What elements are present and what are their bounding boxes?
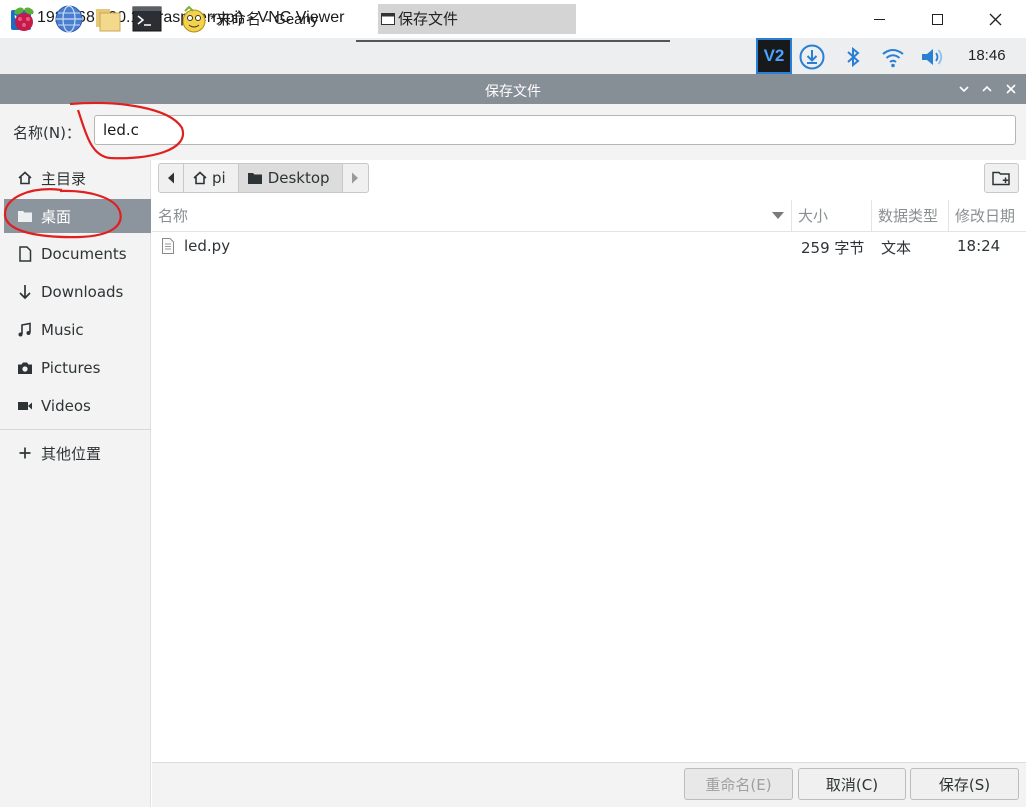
music-icon	[16, 321, 34, 339]
chevron-down-icon[interactable]	[954, 79, 974, 99]
home-icon	[193, 171, 207, 185]
text-file-icon	[162, 238, 174, 254]
path-bar: pi Desktop	[158, 163, 369, 193]
sidebar-item-label: Documents	[41, 245, 127, 263]
close-button[interactable]	[966, 0, 1024, 38]
bluetooth-icon[interactable]	[840, 44, 866, 70]
path-segment-label: pi	[212, 169, 226, 187]
path-segment-label: Desktop	[267, 169, 330, 187]
sidebar-item-label: 主目录	[41, 169, 87, 188]
column-header-size[interactable]: 大小	[792, 200, 872, 232]
vnc-server-tray-icon[interactable]: V2	[756, 38, 792, 74]
path-forward-button[interactable]	[343, 164, 368, 192]
sidebar-item-desktop[interactable]: 桌面	[4, 199, 151, 233]
raspberry-menu-icon[interactable]	[9, 4, 39, 34]
dialog-title: 保存文件	[485, 84, 541, 100]
places-sidebar: 主目录 桌面 Documents Downloads Music Picture…	[0, 160, 151, 807]
column-header-label: 修改日期	[955, 207, 1016, 225]
sidebar-item-label: Pictures	[41, 359, 101, 377]
path-back-button[interactable]	[159, 164, 184, 192]
sidebar-item-label: Videos	[41, 397, 91, 415]
file-list[interactable]: 名称 大小 数据类型 修改日期 led.py 259 字节 文本 18:24	[152, 200, 1026, 762]
panel-clock: 18:46	[968, 47, 1006, 64]
taskbar-geany-item[interactable]: *未命名 - Geany	[210, 8, 318, 29]
sidebar-item-home[interactable]: 主目录	[4, 161, 151, 195]
window-icon	[381, 12, 395, 25]
rename-button[interactable]: 重命名(E)	[684, 768, 793, 800]
sort-descending-icon	[772, 212, 784, 219]
document-icon	[16, 245, 34, 263]
video-icon	[16, 397, 34, 415]
cancel-button[interactable]: 取消(C)	[798, 768, 906, 800]
path-segment-home[interactable]: pi	[184, 164, 239, 192]
column-header-label: 大小	[798, 207, 829, 225]
sidebar-item-label: 其他位置	[41, 444, 102, 463]
path-segment-desktop[interactable]: Desktop	[238, 164, 343, 192]
sidebar-item-label: Downloads	[41, 283, 124, 301]
taskbar-save-label-wrap: 保存文件	[381, 8, 458, 29]
column-header-modified[interactable]: 修改日期	[949, 200, 1026, 232]
file-manager-icon[interactable]	[93, 4, 123, 34]
folder-icon	[16, 207, 34, 225]
filename-label: 名称(N)：	[13, 124, 81, 142]
dialog-header: 保存文件	[0, 74, 1026, 104]
sidebar-item-pictures[interactable]: Pictures	[4, 351, 151, 385]
sidebar-item-label: 桌面	[41, 207, 72, 226]
file-type: 文本	[881, 239, 912, 257]
maximize-icon	[931, 13, 943, 25]
close-icon	[989, 13, 1001, 25]
sidebar-separator	[0, 429, 151, 430]
column-header-type[interactable]: 数据类型	[872, 200, 949, 232]
download-arrow-icon	[16, 283, 34, 301]
updater-download-icon[interactable]	[799, 44, 825, 70]
sidebar-item-documents[interactable]: Documents	[4, 237, 151, 271]
raspberrypi-panel	[0, 38, 1026, 74]
chevron-right-icon	[352, 172, 359, 184]
file-size: 259 字节	[801, 239, 865, 257]
sidebar-item-label: Music	[41, 321, 84, 339]
plus-icon	[16, 444, 34, 462]
maximize-button[interactable]	[908, 0, 966, 38]
save-button[interactable]: 保存(S)	[910, 768, 1019, 800]
table-row[interactable]: led.py 259 字节 文本 18:24	[152, 233, 1026, 261]
taskbar-active-indicator	[356, 40, 670, 42]
geany-app-icon[interactable]	[179, 4, 209, 34]
sidebar-item-music[interactable]: Music	[4, 313, 151, 347]
file-name: led.py	[184, 237, 231, 255]
new-folder-icon	[991, 171, 1010, 186]
filename-input[interactable]	[94, 115, 1016, 145]
terminal-icon[interactable]	[132, 4, 162, 34]
column-header-label: 数据类型	[878, 207, 939, 225]
filename-row: 名称(N)：	[0, 104, 1026, 160]
folder-icon	[247, 173, 262, 184]
file-modified: 18:24	[957, 237, 1001, 255]
new-folder-button[interactable]	[984, 163, 1019, 193]
camera-icon	[16, 359, 34, 377]
sidebar-item-videos[interactable]: Videos	[4, 389, 151, 423]
chevron-up-icon[interactable]	[977, 79, 997, 99]
wifi-icon[interactable]	[880, 44, 906, 70]
taskbar-save-label: 保存文件	[398, 10, 459, 28]
volume-icon[interactable]	[919, 44, 945, 70]
column-header-name[interactable]: 名称	[152, 200, 792, 232]
sidebar-item-downloads[interactable]: Downloads	[4, 275, 151, 309]
minimize-button[interactable]	[850, 0, 908, 38]
dialog-close-icon[interactable]	[1001, 79, 1021, 99]
minimize-icon	[873, 18, 885, 20]
browser-globe-icon[interactable]	[54, 4, 84, 34]
home-icon	[16, 169, 34, 187]
column-header-label: 名称	[158, 207, 189, 225]
sidebar-item-other-locations[interactable]: 其他位置	[4, 436, 151, 470]
chevron-left-icon	[168, 172, 174, 184]
